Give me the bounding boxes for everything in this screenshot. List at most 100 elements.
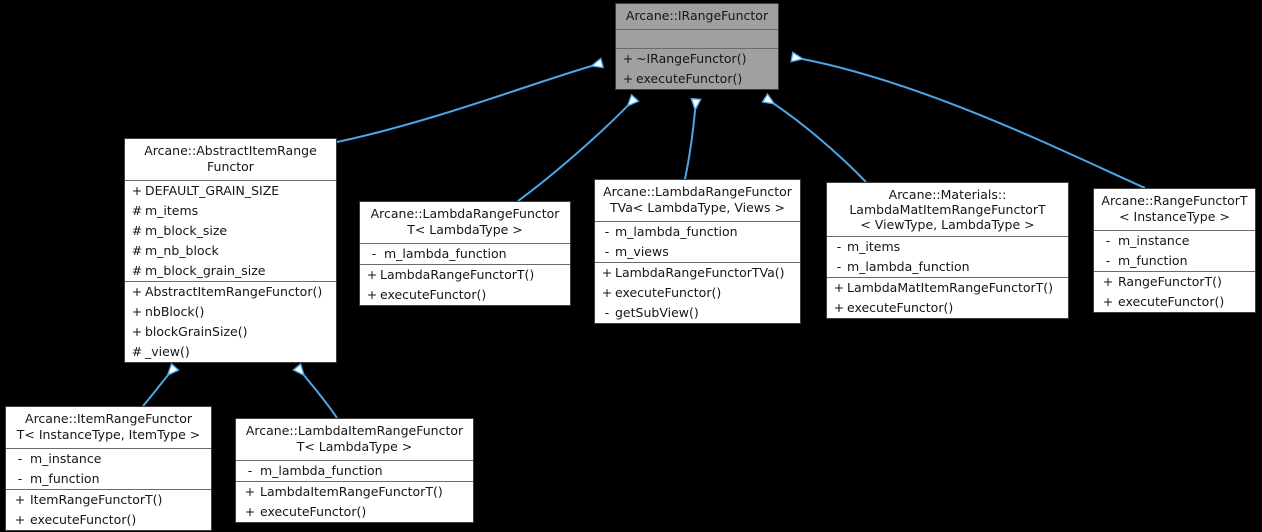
member-name: ~IRangeFunctor() — [636, 50, 747, 66]
member-name: m_items — [847, 238, 901, 254]
class-member: - m_items — [827, 237, 1068, 257]
class-title-lambda-item-range-functor-t: Arcane::LambdaItemRangeFunctor T< Lambda… — [236, 419, 473, 461]
member-name: LambdaMatItemRangeFunctorT() — [847, 279, 1054, 295]
member-name: executeFunctor() — [1118, 293, 1225, 309]
member-name: m_nb_block — [145, 242, 219, 258]
visibility-marker: + — [244, 503, 256, 519]
class-member: - m_function — [6, 469, 211, 489]
member-name: m_function — [30, 470, 100, 486]
member-name: ItemRangeFunctorT() — [30, 491, 163, 507]
methods-compartment-lambdarangeva: + LambdaRangeFunctorTVa() + executeFunct… — [595, 263, 800, 323]
methods-compartment-abstract: + AbstractItemRangeFunctor() + nbBlock()… — [125, 282, 336, 362]
visibility-marker: + — [622, 50, 634, 66]
visibility-marker: - — [1105, 252, 1111, 268]
attributes-compartment-lambdarange: - m_lambda_function — [360, 244, 570, 265]
visibility-marker: + — [14, 491, 26, 507]
class-node-irangefunctor[interactable]: Arcane::IRangeFunctor + ~IRangeFunctor()… — [615, 3, 779, 90]
visibility-marker: - — [1105, 232, 1111, 248]
attributes-compartment-itemrange: - m_instance - m_function — [6, 449, 211, 490]
class-title-irangefunctor: Arcane::IRangeFunctor — [616, 4, 778, 30]
attributes-compartment-matitem: - m_items - m_lambda_function — [827, 237, 1068, 278]
class-node-item-range-functor-t[interactable]: Arcane::ItemRangeFunctor T< InstanceType… — [5, 406, 212, 531]
visibility-marker: + — [14, 511, 26, 527]
visibility-marker: - — [17, 470, 23, 486]
member-name: m_lambda_function — [384, 245, 507, 261]
class-node-lambda-range-functor-t[interactable]: Arcane::LambdaRangeFunctor T< LambdaType… — [359, 201, 571, 306]
member-name: m_lambda_function — [260, 462, 383, 478]
member-name: executeFunctor() — [260, 503, 367, 519]
class-member: - m_lambda_function — [595, 222, 800, 242]
edge-itemrange-to-abstract — [142, 367, 175, 407]
class-title-lambda-range-functor-t: Arcane::LambdaRangeFunctor T< LambdaType… — [360, 202, 570, 244]
class-member: + ItemRangeFunctorT() — [6, 490, 211, 510]
visibility-marker: + — [366, 266, 378, 282]
class-title-abstract-item-range-functor: Arcane::AbstractItemRange Functor — [125, 139, 336, 181]
member-name: LambdaItemRangeFunctorT() — [260, 483, 443, 499]
class-member: + RangeFunctorT() — [1094, 272, 1255, 292]
member-name: m_function — [1118, 252, 1188, 268]
member-name: DEFAULT_GRAIN_SIZE — [145, 182, 280, 198]
class-member: - m_instance — [1094, 231, 1255, 251]
member-name: AbstractItemRangeFunctor() — [145, 283, 323, 299]
methods-compartment-irangefunctor: + ~IRangeFunctor() + executeFunctor() — [616, 49, 778, 89]
methods-compartment-lambdarange: + LambdaRangeFunctorT() + executeFunctor… — [360, 265, 570, 305]
class-title-lambda-range-functor-tva: Arcane::LambdaRangeFunctor TVa< LambdaTy… — [595, 180, 800, 222]
class-member: + LambdaMatItemRangeFunctorT() — [827, 278, 1068, 298]
member-name: getSubView() — [615, 304, 699, 320]
class-member: + executeFunctor() — [616, 69, 778, 89]
class-node-range-functor-t[interactable]: Arcane::RangeFunctorT < InstanceType > -… — [1093, 188, 1256, 313]
visibility-marker: + — [131, 283, 143, 299]
edge-lambdaitem-to-abstract — [297, 367, 338, 419]
class-member: + ~IRangeFunctor() — [616, 49, 778, 69]
visibility-marker: + — [131, 323, 143, 339]
member-name: _view() — [145, 343, 190, 359]
member-name: m_block_size — [145, 222, 228, 238]
class-member: # _view() — [125, 342, 336, 362]
class-member: + executeFunctor() — [6, 510, 211, 530]
member-name: executeFunctor() — [847, 299, 954, 315]
edge-abstract-to-irangefunctor — [336, 63, 602, 143]
class-title-lambda-mat-item-range-functor-t: Arcane::Materials:: LambdaMatItemRangeFu… — [827, 183, 1068, 237]
visibility-marker: - — [17, 450, 23, 466]
class-member: - m_function — [1094, 251, 1255, 271]
class-member: + LambdaRangeFunctorTVa() — [595, 263, 800, 283]
visibility-marker: + — [601, 284, 613, 300]
attributes-compartment-lambdaitem: - m_lambda_function — [236, 461, 473, 482]
edge-matitem-to-irangefunctor — [765, 98, 867, 183]
member-name: m_instance — [1118, 232, 1190, 248]
class-member: - m_lambda_function — [827, 257, 1068, 277]
class-member: - m_instance — [6, 449, 211, 469]
visibility-marker: - — [604, 304, 610, 320]
methods-compartment-itemrange: + ItemRangeFunctorT() + executeFunctor() — [6, 490, 211, 530]
class-node-lambda-mat-item-range-functor-t[interactable]: Arcane::Materials:: LambdaMatItemRangeFu… — [826, 182, 1069, 319]
visibility-marker: + — [244, 483, 256, 499]
class-title-range-functor-t: Arcane::RangeFunctorT < InstanceType > — [1094, 189, 1255, 231]
visibility-marker: - — [247, 462, 253, 478]
class-member: + AbstractItemRangeFunctor() — [125, 282, 336, 302]
class-member: + LambdaItemRangeFunctorT() — [236, 482, 473, 502]
visibility-marker: - — [371, 245, 377, 261]
member-name: m_lambda_function — [847, 258, 970, 274]
class-member: # m_items — [125, 201, 336, 221]
member-name: nbBlock() — [145, 303, 205, 319]
member-name: m_instance — [30, 450, 102, 466]
member-name: LambdaRangeFunctorTVa() — [615, 264, 785, 280]
visibility-marker: # — [131, 202, 143, 218]
class-member: + executeFunctor() — [360, 285, 570, 305]
class-member: # m_block_size — [125, 221, 336, 241]
methods-compartment-matitem: + LambdaMatItemRangeFunctorT() + execute… — [827, 278, 1068, 318]
class-title-item-range-functor-t: Arcane::ItemRangeFunctor T< InstanceType… — [6, 407, 211, 449]
member-name: RangeFunctorT() — [1118, 273, 1222, 289]
visibility-marker: # — [131, 262, 143, 278]
member-name: executeFunctor() — [30, 511, 137, 527]
class-node-lambda-range-functor-tva[interactable]: Arcane::LambdaRangeFunctor TVa< LambdaTy… — [594, 179, 801, 324]
class-member: - m_lambda_function — [236, 461, 473, 481]
class-node-abstract-item-range-functor[interactable]: Arcane::AbstractItemRange Functor + DEFA… — [124, 138, 337, 363]
uml-class-diagram: Arcane::IRangeFunctor + ~IRangeFunctor()… — [0, 0, 1262, 532]
visibility-marker: + — [1102, 273, 1114, 289]
attributes-compartment-abstract: + DEFAULT_GRAIN_SIZE # m_items # m_block… — [125, 181, 336, 282]
attributes-compartment-irangefunctor — [616, 30, 778, 49]
member-name: LambdaRangeFunctorT() — [380, 266, 535, 282]
class-node-lambda-item-range-functor-t[interactable]: Arcane::LambdaItemRangeFunctor T< Lambda… — [235, 418, 474, 523]
class-member: + executeFunctor() — [236, 502, 473, 522]
